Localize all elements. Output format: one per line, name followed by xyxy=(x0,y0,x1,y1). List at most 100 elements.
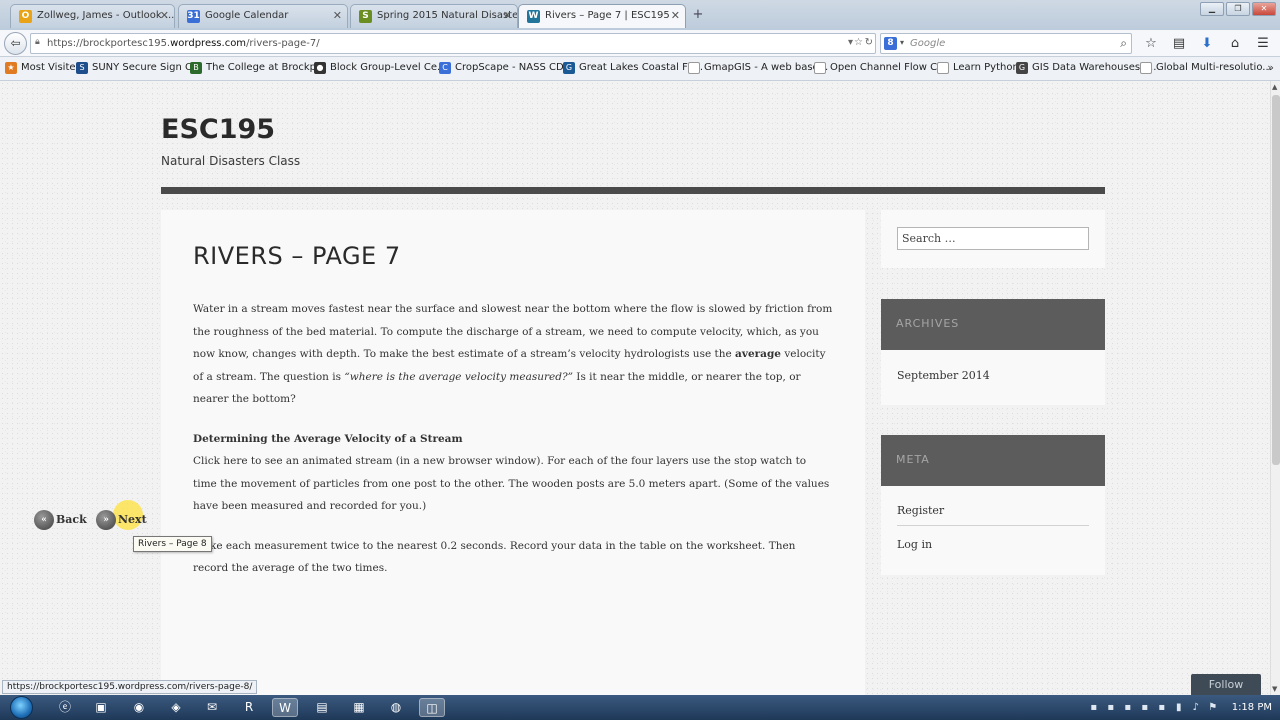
arrow-left-icon: ⇦ xyxy=(10,36,21,50)
maximize-button[interactable]: ❐ xyxy=(1226,2,1250,16)
menu-icon[interactable]: ☰ xyxy=(1252,34,1274,53)
home-icon[interactable]: ⌂ xyxy=(1224,34,1246,53)
site-title[interactable]: ESC195 xyxy=(161,114,275,145)
network-icon[interactable]: ▮ xyxy=(1173,702,1185,714)
tab-bar: O Zollweg, James - Outlook ... ✕ 31 Goog… xyxy=(0,0,1280,30)
bookmark-label: Learn Python xyxy=(953,62,1019,73)
ie-icon[interactable]: ⓔ xyxy=(52,698,78,717)
brockport-icon: B xyxy=(190,62,202,74)
folder-icon[interactable]: ✉ xyxy=(199,698,225,717)
archive-link[interactable]: September 2014 xyxy=(897,361,1089,390)
dropdown-icon[interactable]: ▾ xyxy=(848,37,853,48)
firefox-icon[interactable]: ◍ xyxy=(383,698,409,717)
calculator-icon[interactable]: ▦ xyxy=(346,698,372,717)
volume-icon[interactable]: ♪ xyxy=(1190,702,1202,714)
close-icon[interactable]: ✕ xyxy=(333,9,342,22)
tab-outlook[interactable]: O Zollweg, James - Outlook ... ✕ xyxy=(10,4,175,28)
tab-label: Spring 2015 Natural Disaste... xyxy=(377,10,518,21)
site-description: Natural Disasters Class xyxy=(161,154,301,168)
word-icon[interactable]: W xyxy=(272,698,298,717)
close-icon[interactable]: ✕ xyxy=(160,9,169,22)
tab-rivers-page-7[interactable]: W Rivers – Page 7 | ESC195 ✕ xyxy=(518,4,686,28)
r-icon[interactable]: R xyxy=(236,698,262,717)
new-tab-button[interactable]: + xyxy=(690,7,706,23)
bookmark-block-group[interactable]: ● Block Group-Level Ce... xyxy=(314,62,447,74)
widget-title-bar: META xyxy=(881,435,1105,486)
url-domain: wordpress.com xyxy=(170,38,247,49)
close-window-button[interactable]: ✕ xyxy=(1252,2,1276,16)
bookmark-label: CropScape - NASS CD... xyxy=(455,62,574,73)
bookmarks-bar: ★ Most Visited S SUNY Secure Sign On B The … xyxy=(0,57,1280,81)
bookmark-most-visited[interactable]: ★ Most Visited xyxy=(5,62,82,74)
reload-icon[interactable]: ↻ xyxy=(865,37,873,48)
system-tray: ▪ ▪ ▪ ▪ ▪ ▮ ♪ ⚑ 1:18 PM xyxy=(1088,695,1280,720)
bookmark-brockport[interactable]: B The College at Brockp... xyxy=(190,62,326,74)
vertical-scrollbar[interactable]: ▲ ▼ xyxy=(1270,81,1280,695)
search-icon[interactable]: ⌕ xyxy=(1120,36,1127,51)
close-icon[interactable]: ✕ xyxy=(671,9,680,22)
star-icon[interactable]: ☆ xyxy=(854,37,863,48)
chevron-down-icon[interactable]: ▾ xyxy=(900,38,904,47)
search-bar[interactable]: 8 ▾ Google ⌕ xyxy=(880,33,1132,54)
text: Click xyxy=(193,455,224,467)
section-heading: Determining the Average Velocity of a St… xyxy=(193,432,463,445)
pdf-icon[interactable]: ▤ xyxy=(309,698,335,717)
flag-icon[interactable]: ⚑ xyxy=(1207,702,1219,714)
bookmark-global-multi[interactable]: Global Multi-resolutio... xyxy=(1140,62,1272,74)
chevron-right-icon[interactable]: » xyxy=(1267,61,1274,74)
login-link[interactable]: Log in xyxy=(897,530,1089,559)
bookmark-star-icon[interactable]: ☆ xyxy=(1140,34,1162,53)
url-path: /rivers-page-7/ xyxy=(246,38,320,49)
gis-icon: G xyxy=(1016,62,1028,74)
tray-icon[interactable]: ▪ xyxy=(1139,702,1151,714)
minimize-button[interactable]: ▁ xyxy=(1200,2,1224,16)
page-title: RIVERS – PAGE 7 xyxy=(193,242,401,270)
toolbar-icons: ☆ ▤ ⬇ ⌂ ☰ xyxy=(1140,34,1274,53)
bookmark-gis-data[interactable]: G GIS Data Warehouses -... xyxy=(1016,62,1156,74)
chrome-icon[interactable]: ◉ xyxy=(126,698,152,717)
address-bar[interactable]: 🔒︎ https://brockportesc195.wordpress.com… xyxy=(30,33,876,54)
bookmark-label: Open Channel Flow C... xyxy=(830,62,947,73)
scrollbar-thumb[interactable] xyxy=(1272,95,1280,465)
arrow-left-circle-icon: « xyxy=(34,510,54,530)
search-placeholder: Google xyxy=(910,38,946,49)
back-button[interactable]: ⇦ xyxy=(4,32,27,55)
tab-label: Rivers – Page 7 | ESC195 xyxy=(545,10,670,21)
scroll-up-icon[interactable]: ▲ xyxy=(1272,83,1277,91)
bookmark-great-lakes[interactable]: G Great Lakes Coastal Fo... xyxy=(563,62,704,74)
back-page-button[interactable]: « Back xyxy=(34,509,87,531)
bookmark-learn-python[interactable]: Learn Python xyxy=(937,62,1019,74)
tray-icon[interactable]: ▪ xyxy=(1105,702,1117,714)
register-link[interactable]: Register xyxy=(897,496,1089,525)
bookmark-cropscape[interactable]: C CropScape - NASS CD... xyxy=(439,62,574,74)
bookmark-gmapgis[interactable]: GmapGIS - A web base... xyxy=(688,62,828,74)
close-icon[interactable]: ✕ xyxy=(503,9,512,22)
app-icon[interactable]: ◈ xyxy=(163,698,189,717)
lock-icon: 🔒︎ xyxy=(35,37,40,47)
bookmark-open-channel[interactable]: Open Channel Flow C... xyxy=(814,62,947,74)
explorer-icon[interactable]: ▣ xyxy=(88,698,114,717)
scroll-down-icon[interactable]: ▼ xyxy=(1272,685,1277,693)
meta-item-register[interactable]: Register xyxy=(881,486,1105,525)
animated-stream-link[interactable]: here xyxy=(223,455,247,467)
tab-spring-2015[interactable]: S Spring 2015 Natural Disaste... ✕ xyxy=(350,4,518,28)
bookmark-label: Great Lakes Coastal Fo... xyxy=(579,62,704,73)
back-label: Back xyxy=(56,513,87,526)
tray-icon[interactable]: ▪ xyxy=(1088,702,1100,714)
recorder-icon[interactable]: ◫ xyxy=(419,698,445,717)
download-icon[interactable]: ⬇ xyxy=(1196,34,1218,53)
archive-item[interactable]: September 2014 xyxy=(881,350,1105,390)
tab-label: Zollweg, James - Outlook ... xyxy=(37,10,175,21)
bookmarks-menu-icon[interactable]: ▤ xyxy=(1168,34,1190,53)
start-button[interactable] xyxy=(4,695,38,720)
meta-item-login[interactable]: Log in xyxy=(881,526,1105,559)
next-page-button[interactable]: » Next xyxy=(96,509,147,531)
search-input[interactable] xyxy=(897,227,1089,250)
clock[interactable]: 1:18 PM xyxy=(1232,702,1272,713)
tray-icon[interactable]: ▪ xyxy=(1156,702,1168,714)
census-icon: ● xyxy=(314,62,326,74)
tray-icon[interactable]: ▪ xyxy=(1122,702,1134,714)
tab-google-calendar[interactable]: 31 Google Calendar ✕ xyxy=(178,4,348,28)
follow-button[interactable]: Follow xyxy=(1191,674,1261,695)
bookmark-suny[interactable]: S SUNY Secure Sign On xyxy=(76,62,199,74)
